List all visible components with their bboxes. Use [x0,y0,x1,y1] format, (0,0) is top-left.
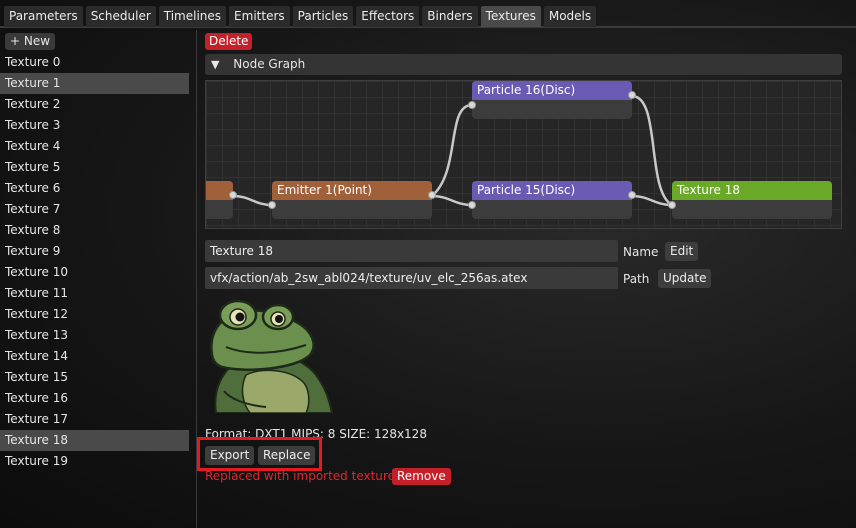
texture-list-item[interactable]: Texture 1 [0,73,189,94]
remove-button[interactable]: Remove [392,468,451,485]
texture-list-item[interactable]: Texture 12 [0,304,189,325]
tab-bar: Parameters Scheduler Timelines Emitters … [0,6,856,28]
node-graph-title: Node Graph [233,57,306,71]
highlight-box [197,437,322,471]
texture-list-item[interactable]: Texture 6 [0,178,189,199]
texture-list-panel: + New Texture 0 Texture 1 Texture 2 Texture… [0,30,197,528]
particle16-node-input-pin[interactable] [468,101,476,109]
tab-particles[interactable]: Particles [292,6,354,27]
texture-list-item[interactable]: Texture 13 [0,325,189,346]
texture-list-item[interactable]: Texture 3 [0,115,189,136]
edit-button[interactable]: Edit [665,242,699,261]
wire-emitter-particle15 [431,194,473,207]
path-label: Path [623,272,650,286]
tab-textures[interactable]: Textures [480,6,541,27]
emitter-node-title: Emitter 1(Point) [272,181,432,200]
particle16-node[interactable]: Particle 16(Disc) [468,81,636,119]
wire-emitter-particle16 [431,103,473,197]
tab-scheduler[interactable]: Scheduler [85,6,156,27]
texture-node[interactable]: Texture 18 [668,181,832,219]
wire-root-emitter [232,194,273,207]
root-node-output-pin[interactable] [229,191,237,199]
texture-preview-image [206,295,334,414]
particle15-node[interactable]: Particle 15(Disc) [468,181,636,219]
particle15-node-output-pin[interactable] [628,191,636,199]
particle16-node-output-pin[interactable] [628,91,636,99]
wire-particle16-texture [631,94,673,207]
particle15-node-title: Particle 15(Disc) [472,181,632,200]
texture-list-item[interactable]: Texture 0 [0,52,189,73]
tab-models[interactable]: Models [543,6,597,27]
path-input[interactable]: vfx/action/ab_2sw_abl024/texture/uv_elc_… [205,267,618,289]
tab-effectors[interactable]: Effectors [356,6,420,27]
texture-list-item[interactable]: Texture 4 [0,136,189,157]
root-node[interactable] [206,181,237,219]
texture-list-item[interactable]: Texture 18 [0,430,189,451]
emitter-node-output-pin[interactable] [428,191,436,199]
replaced-message: Replaced with imported texture [205,469,395,483]
particle16-node-title: Particle 16(Disc) [472,81,632,100]
texture-list-item[interactable]: Texture 11 [0,283,189,304]
delete-button[interactable]: Delete [205,33,253,50]
tab-binders[interactable]: Binders [422,6,478,27]
emitter-node[interactable]: Emitter 1(Point) [268,181,436,219]
texture-list-item[interactable]: Texture 5 [0,157,189,178]
tab-timelines[interactable]: Timelines [158,6,227,27]
frog-image [210,299,334,414]
node-graph-canvas[interactable]: Emitter 1(Point) Particle 16(Disc) Parti… [205,80,842,229]
texture-list-item[interactable]: Texture 10 [0,262,189,283]
new-texture-button[interactable]: + New [5,33,56,50]
particle15-node-input-pin[interactable] [468,201,476,209]
node-graph-header[interactable]: ▼ Node Graph [205,54,842,75]
name-input[interactable]: Texture 18 [205,240,618,262]
texture-list-item[interactable]: Texture 19 [0,451,189,472]
texture-list-item[interactable]: Texture 16 [0,388,189,409]
collapse-triangle-icon: ▼ [211,58,220,71]
emitter-node-input-pin[interactable] [268,201,276,209]
texture-list-item[interactable]: Texture 8 [0,220,189,241]
texture-list-item[interactable]: Texture 9 [0,241,189,262]
texture-list-item[interactable]: Texture 17 [0,409,189,430]
tab-emitters[interactable]: Emitters [229,6,290,27]
texture-node-title: Texture 18 [672,181,832,200]
update-button[interactable]: Update [658,269,712,288]
tab-parameters[interactable]: Parameters [4,6,83,27]
name-label: Name [623,245,659,259]
texture-list-item[interactable]: Texture 7 [0,199,189,220]
texture-list-item[interactable]: Texture 15 [0,367,189,388]
texture-node-input-pin[interactable] [668,201,676,209]
texture-list-item[interactable]: Texture 2 [0,94,189,115]
texture-list-item[interactable]: Texture 14 [0,346,189,367]
texture-list: Texture 0 Texture 1 Texture 2 Texture 3 Text… [0,52,190,472]
